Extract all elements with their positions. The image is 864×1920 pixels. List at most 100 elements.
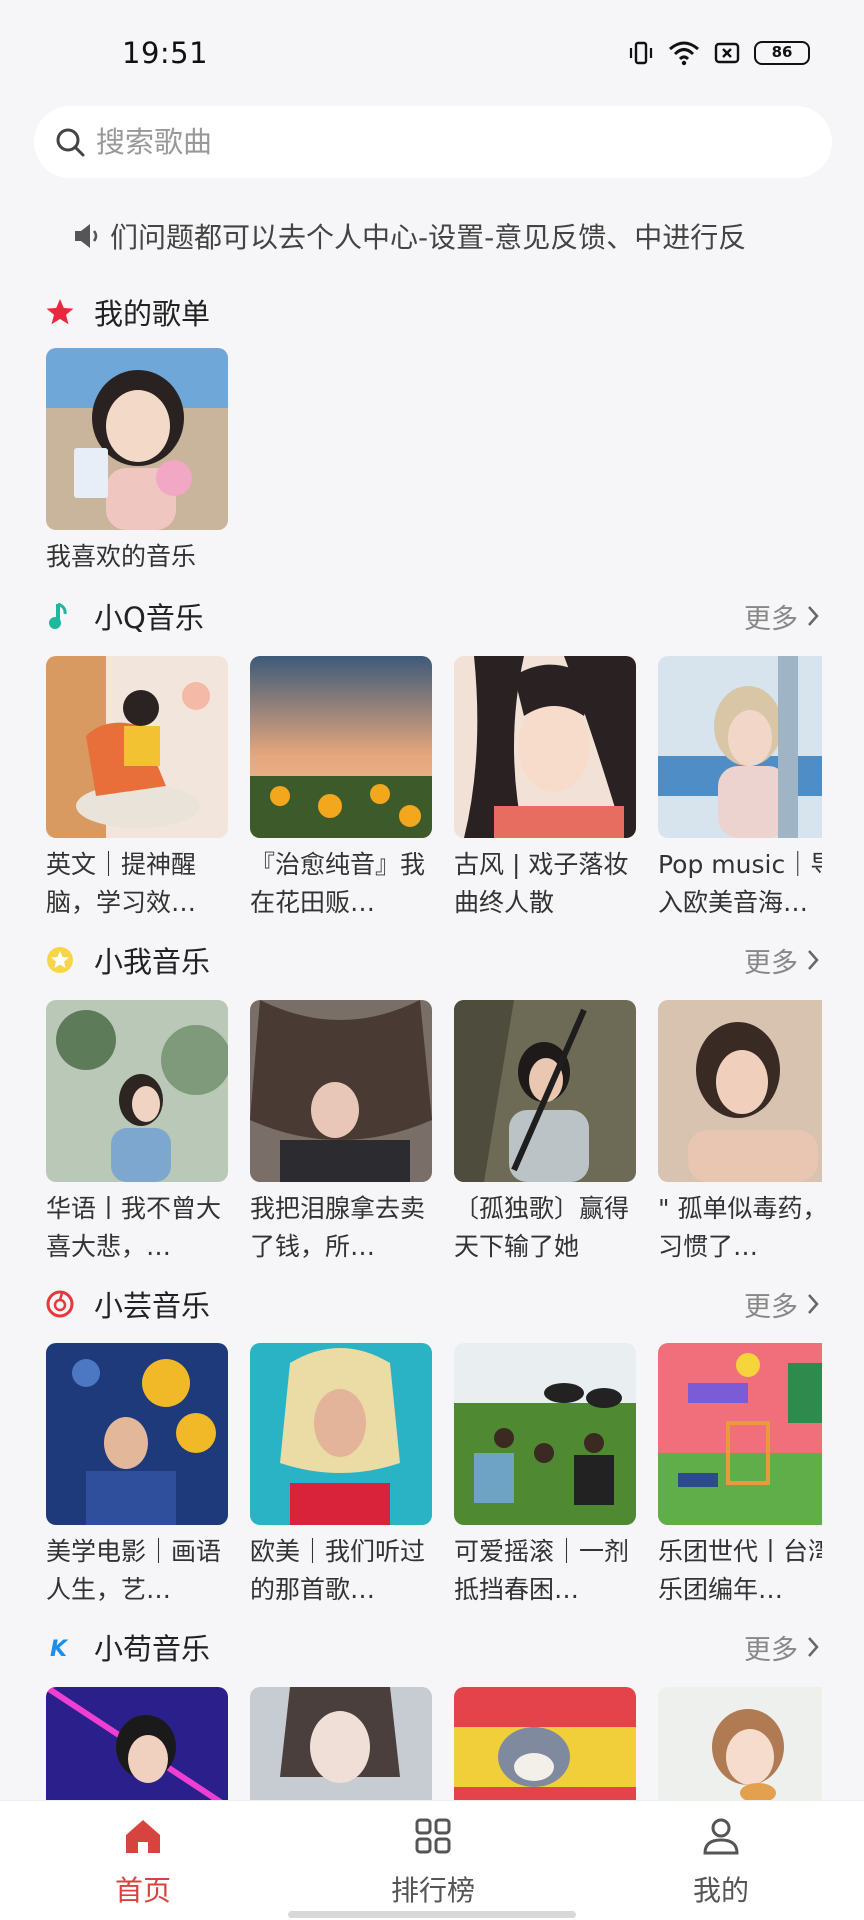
playlist-title: " 孤单似毒药，习惯了… <box>658 1194 822 1261</box>
section-header-xiaoyun: 小芸音乐 更多 <box>44 1282 820 1326</box>
home-indicator[interactable] <box>288 1911 576 1918</box>
section-title: 小我音乐 <box>94 945 211 979</box>
playlist-card[interactable]: 欧美｜我们听过的那首歌… <box>250 1343 432 1609</box>
kugou-logo-icon: K <box>44 1631 76 1663</box>
playlist-title: 古风 | 戏子落妆曲终人散 <box>454 850 629 917</box>
section-title: 小Q音乐 <box>94 601 204 635</box>
search-icon <box>56 128 85 157</box>
battery-icon: 86 <box>754 41 810 65</box>
playlist-card[interactable] <box>658 1687 822 1800</box>
search-input[interactable] <box>96 125 796 159</box>
netease-logo-icon <box>44 1288 76 1320</box>
more-label: 更多 <box>744 947 798 979</box>
playlist-title: 我把泪腺拿去卖了钱，所… <box>250 1194 426 1261</box>
playlist-card[interactable]: 美学电影｜画语人生，艺… <box>46 1343 228 1609</box>
playlist-card[interactable]: 我喜欢的音乐 <box>46 348 228 576</box>
status-time: 19:51 <box>122 36 209 70</box>
section-header-xiaogou: K 小苟音乐 更多 <box>44 1625 820 1669</box>
playlist-row: 英文｜提神醒脑，学习效… 『治愈纯音』我在花田贩… 古风 | 戏子落妆曲终人散 … <box>46 656 822 924</box>
playlist-card[interactable] <box>250 1687 432 1800</box>
playlist-card[interactable]: " 孤单似毒药，习惯了… <box>658 1000 822 1266</box>
star-badge-icon <box>44 944 76 976</box>
my-playlists-header: 我的歌单 <box>44 290 820 334</box>
nav-home[interactable]: 首页 <box>68 1801 218 1920</box>
section-header-xiaoq: 小Q音乐 更多 <box>44 594 820 638</box>
playlist-card[interactable]: 可爱摇滚｜一剂抵挡春困… <box>454 1343 636 1609</box>
playlist-card[interactable]: 英文｜提神醒脑，学习效… <box>46 656 228 922</box>
playlist-card[interactable]: 乐团世代丨台湾乐团编年… <box>658 1343 822 1609</box>
nav-ranking[interactable]: 排行榜 <box>358 1801 508 1920</box>
playlist-cover <box>658 1687 822 1800</box>
playlist-title: 欧美｜我们听过的那首歌… <box>250 1537 426 1604</box>
playlist-card[interactable] <box>454 1687 636 1800</box>
playlist-card[interactable]: Pop music｜导入欧美音海… <box>658 656 822 922</box>
search-bar[interactable] <box>34 106 832 178</box>
playlist-card[interactable]: 〔孤独歌〕赢得天下输了她 <box>454 1000 636 1266</box>
vibrate-icon <box>629 41 653 65</box>
more-link[interactable]: 更多 <box>744 1628 820 1667</box>
playlist-card[interactable]: 古风 | 戏子落妆曲终人散 <box>454 656 636 922</box>
status-icons: 86 <box>628 40 810 66</box>
bottom-nav: 首页 排行榜 我的 <box>0 1800 864 1920</box>
chevron-right-icon <box>808 606 819 626</box>
playlist-cover <box>46 1000 228 1182</box>
playlist-card[interactable]: 『治愈纯音』我在花田贩… <box>250 656 432 922</box>
playlist-title: Pop music｜导入欧美音海… <box>658 850 822 917</box>
notice-text: 们问题都可以去个人中心-设置-意见反馈、中进行反 <box>110 221 747 254</box>
notice-banner[interactable]: 们问题都可以去个人中心-设置-意见反馈、中进行反 <box>72 214 796 258</box>
playlist-title: 英文｜提神醒脑，学习效… <box>46 850 197 917</box>
nav-label: 排行榜 <box>390 1874 475 1907</box>
playlist-row <box>46 1687 822 1800</box>
user-icon <box>703 1818 739 1855</box>
more-label: 更多 <box>744 1634 798 1666</box>
playlist-title: 我喜欢的音乐 <box>46 542 197 571</box>
playlist-title: 华语丨我不曾大喜大悲，… <box>46 1194 222 1261</box>
playlist-cover <box>454 1343 636 1525</box>
playlist-cover <box>658 1000 822 1182</box>
more-link[interactable]: 更多 <box>744 1285 820 1324</box>
more-link[interactable]: 更多 <box>744 597 820 636</box>
grid-icon <box>415 1818 451 1854</box>
wifi-icon <box>669 41 699 66</box>
playlist-cover <box>46 1343 228 1525</box>
playlist-cover <box>250 656 432 838</box>
playlist-cover <box>46 1687 228 1800</box>
playlist-title: 美学电影｜画语人生，艺… <box>46 1537 222 1604</box>
playlist-row: 美学电影｜画语人生，艺… 欧美｜我们听过的那首歌… 可爱摇滚｜一剂抵挡春困… 乐… <box>46 1343 822 1611</box>
playlist-title: 『治愈纯音』我在花田贩… <box>250 850 426 917</box>
section-header-xiaowo: 小我音乐 更多 <box>44 938 820 982</box>
playlist-title: 可爱摇滚｜一剂抵挡春困… <box>454 1537 630 1604</box>
section-title: 小苟音乐 <box>94 1632 211 1666</box>
nav-mine[interactable]: 我的 <box>646 1801 796 1920</box>
chevron-right-icon <box>808 1637 819 1657</box>
playlist-card[interactable]: 华语丨我不曾大喜大悲，… <box>46 1000 228 1266</box>
home-icon <box>126 1820 160 1853</box>
playlist-title: 〔孤独歌〕赢得天下输了她 <box>454 1194 630 1261</box>
section-title: 小芸音乐 <box>94 1289 211 1323</box>
playlist-cover <box>454 1000 636 1182</box>
nav-label: 我的 <box>692 1874 749 1907</box>
svg-text:K: K <box>50 1637 69 1661</box>
speaker-icon <box>75 224 98 248</box>
playlist-cover <box>658 656 822 838</box>
nav-label: 首页 <box>114 1874 171 1907</box>
star-icon <box>44 296 76 328</box>
playlist-cover <box>454 656 636 838</box>
playlist-cover <box>46 656 228 838</box>
playlist-cover <box>46 348 228 530</box>
playlist-cover <box>250 1687 432 1800</box>
playlist-card[interactable] <box>46 1687 228 1800</box>
more-label: 更多 <box>744 1291 798 1323</box>
my-playlists-row: 我喜欢的音乐 <box>46 348 822 616</box>
playlist-cover <box>250 1343 432 1525</box>
playlist-cover <box>250 1000 432 1182</box>
playlist-card[interactable]: 我把泪腺拿去卖了钱，所… <box>250 1000 432 1266</box>
status-bar: 19:51 86 <box>0 0 864 100</box>
chevron-right-icon <box>808 950 819 970</box>
playlist-cover <box>658 1343 822 1525</box>
playlist-row: 华语丨我不曾大喜大悲，… 我把泪腺拿去卖了钱，所… 〔孤独歌〕赢得天下输了她 "… <box>46 1000 822 1268</box>
no-sim-icon <box>714 42 740 64</box>
more-label: 更多 <box>744 603 798 635</box>
chevron-right-icon <box>808 1294 819 1314</box>
more-link[interactable]: 更多 <box>744 941 820 980</box>
